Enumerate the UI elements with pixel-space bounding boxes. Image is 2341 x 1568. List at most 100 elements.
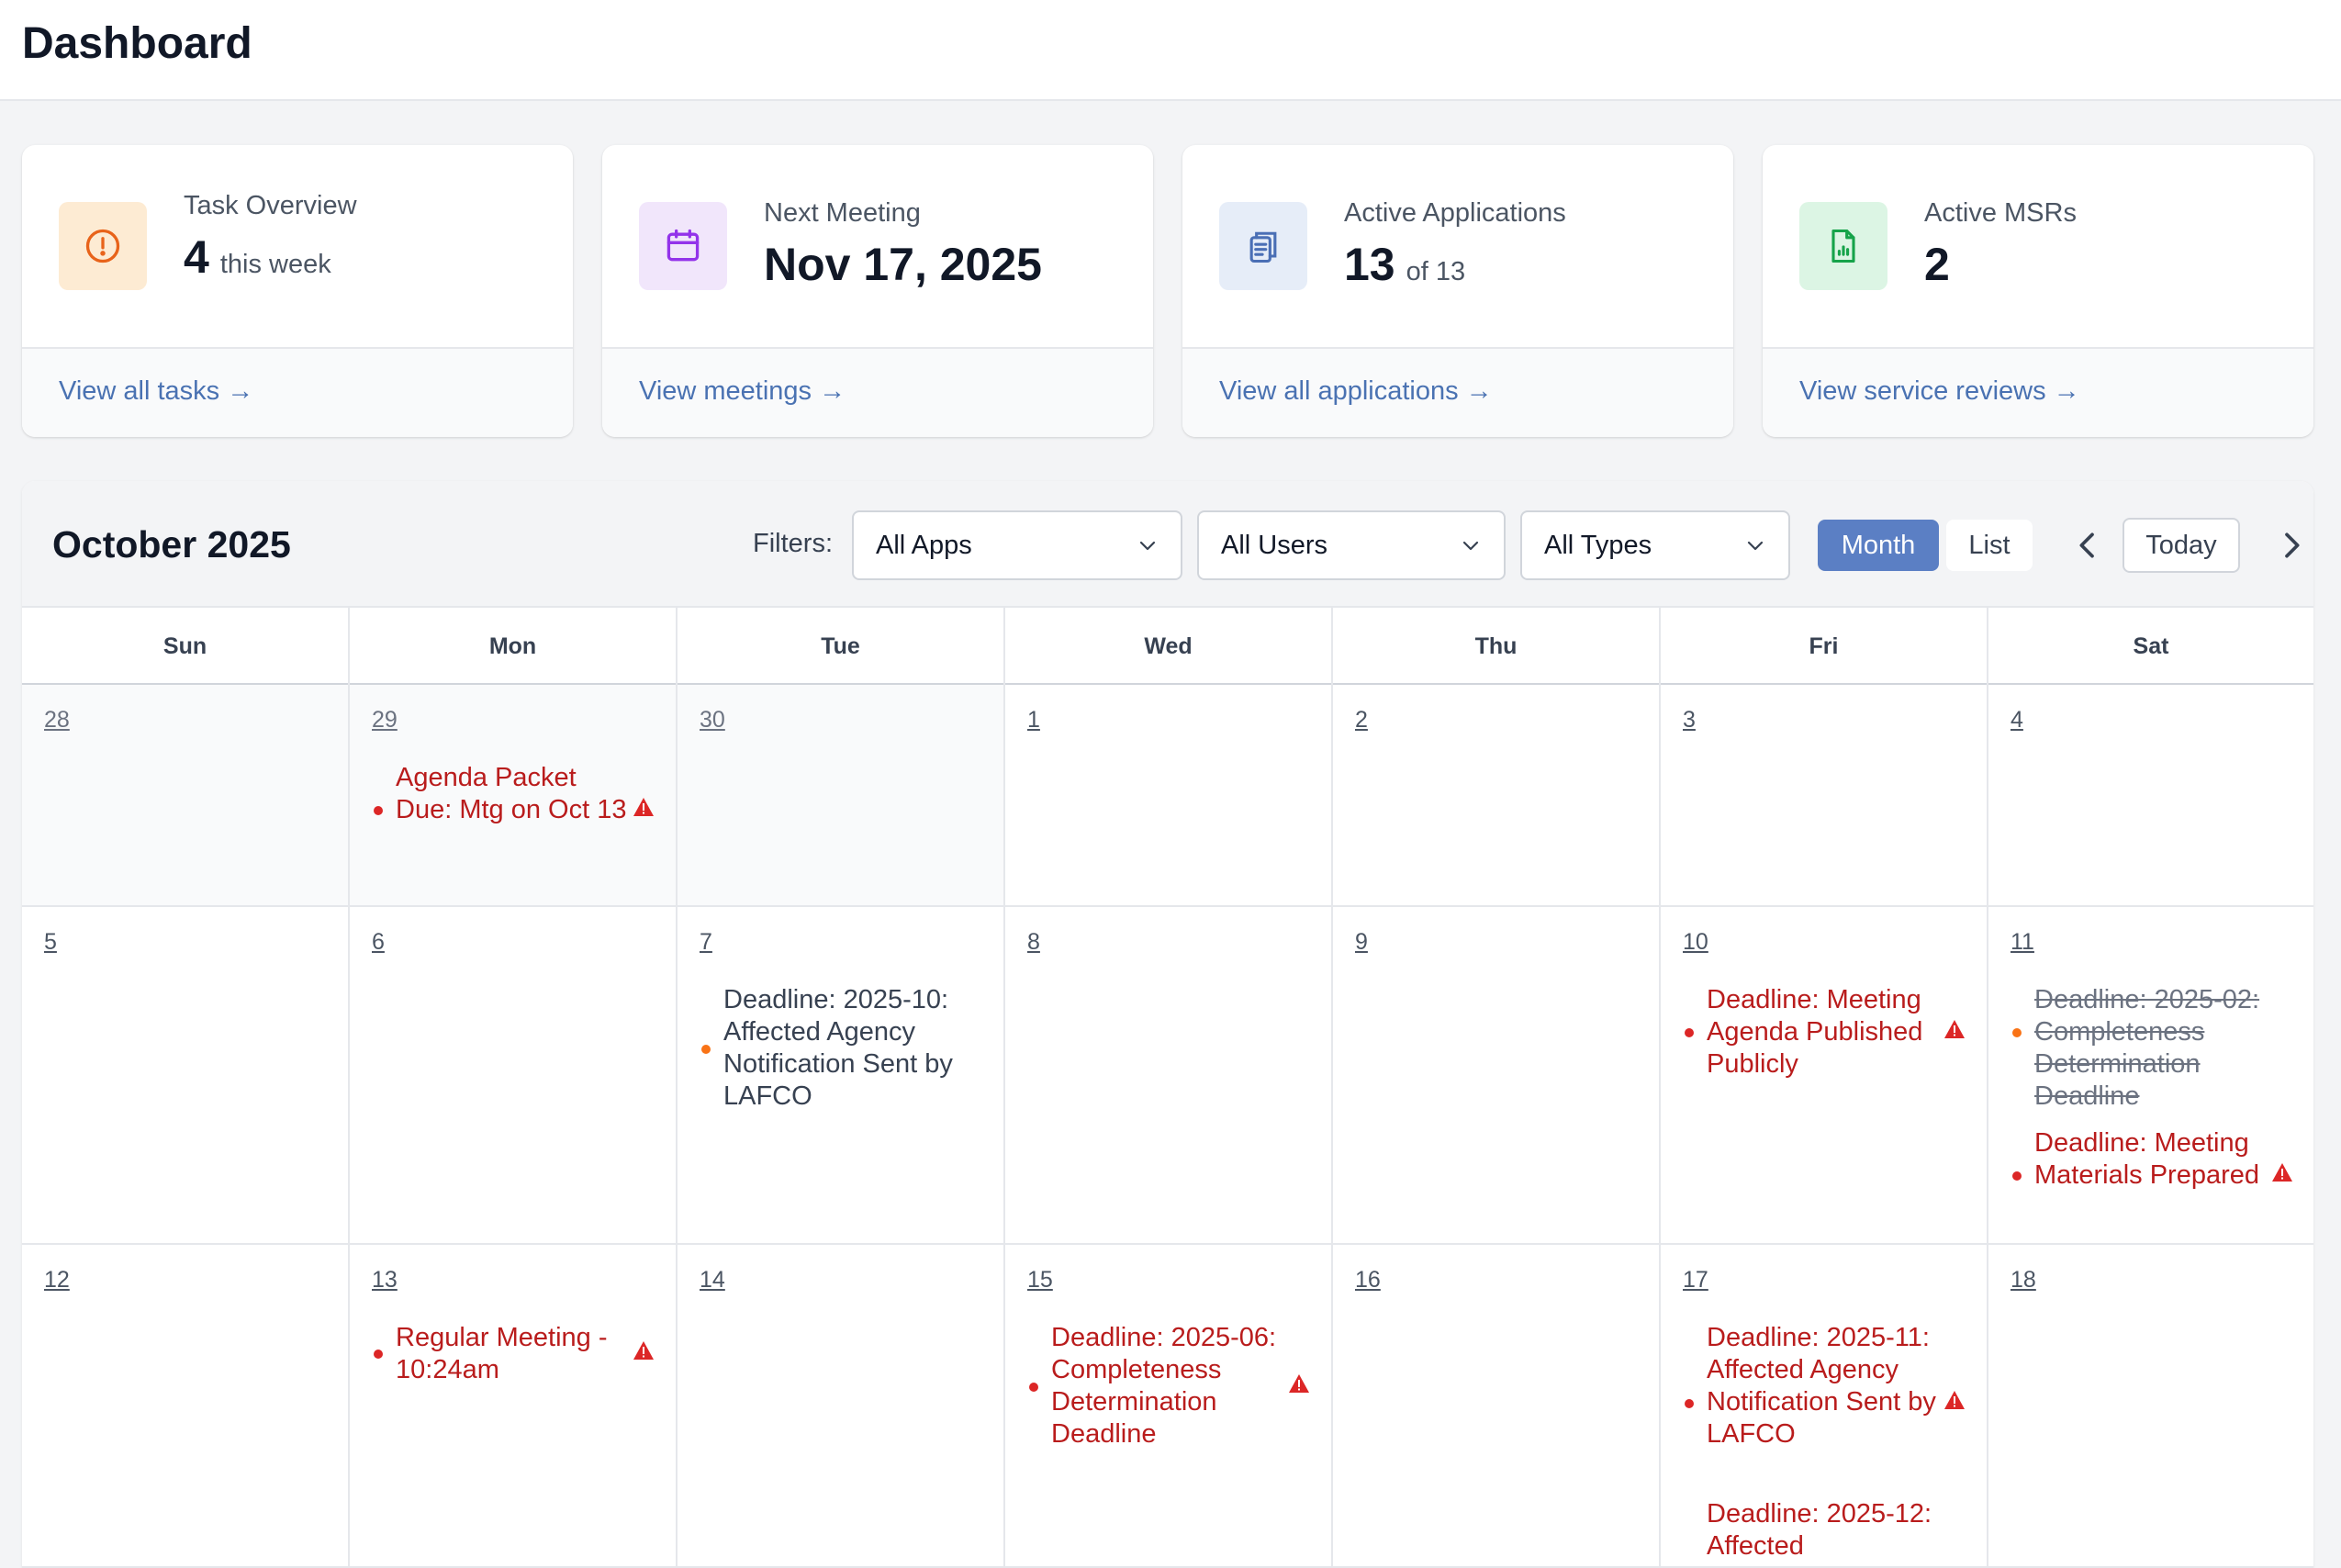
day-number[interactable]: 7 (700, 929, 712, 956)
day-number[interactable]: 8 (1027, 929, 1040, 956)
apps-filter-select[interactable]: All Apps (852, 510, 1182, 580)
event-dot (374, 806, 383, 815)
day-cell[interactable]: 1 (1005, 685, 1333, 907)
event-dot (2012, 1028, 2022, 1037)
day-number[interactable]: 10 (1683, 929, 1708, 956)
users-filter-value: All Users (1221, 531, 1328, 560)
day-cell[interactable]: 15 Deadline: 2025-06: Completeness Deter… (1005, 1245, 1333, 1568)
calendar-event[interactable]: Deadline: 2025-10: Affected Agency Notif… (701, 984, 977, 1113)
weekday-sun: Sun (22, 608, 350, 685)
card-value: Nov 17, 2025 (764, 239, 1042, 290)
day-number[interactable]: 11 (2011, 929, 2034, 956)
day-cell[interactable]: 14 (678, 1245, 1005, 1568)
day-number[interactable]: 1 (1027, 707, 1040, 734)
day-cell[interactable]: 3 (1661, 685, 1988, 907)
calendar-event[interactable]: Deadline: Meeting Agenda Published Publi… (1685, 984, 1965, 1081)
event-title: Agenda Packet Due: Mtg on Oct 13 (396, 763, 627, 824)
day-cell[interactable]: 16 (1333, 1245, 1661, 1568)
types-filter-select[interactable]: All Types (1520, 510, 1790, 580)
card-label: Task Overview (184, 191, 357, 220)
day-number[interactable]: 29 (372, 707, 398, 734)
day-cell[interactable]: 9 (1333, 907, 1661, 1245)
filters-label: Filters: (753, 529, 833, 558)
day-number[interactable]: 5 (44, 929, 57, 956)
chevron-down-icon (1139, 541, 1156, 551)
calendar-event-completed[interactable]: Deadline: 2025-02: Completeness Determin… (2012, 984, 2288, 1113)
weekday-fri: Fri (1661, 608, 1988, 685)
day-cell[interactable]: 5 (22, 907, 350, 1245)
day-cell[interactable]: 17 Deadline: 2025-11: Affected Agency No… (1661, 1245, 1988, 1568)
chevron-down-icon (1462, 541, 1479, 551)
today-button[interactable]: Today (2123, 518, 2240, 573)
day-cell[interactable]: 29 Agenda Packet Due: Mtg on Oct 13 (350, 685, 678, 907)
chevron-left-icon[interactable] (2069, 527, 2106, 564)
apps-filter-value: All Apps (876, 531, 972, 560)
day-number[interactable]: 9 (1355, 929, 1368, 956)
day-cell[interactable]: 18 (1988, 1245, 2313, 1568)
card-active-msrs: Active MSRs 2 View service reviews → (1763, 145, 2313, 437)
weekday-thu: Thu (1333, 608, 1661, 685)
weekday-header-row: Sun Mon Tue Wed Thu Fri Sat (22, 608, 2313, 685)
warning-icon (2272, 1163, 2292, 1182)
list-view-button[interactable]: List (1946, 520, 2033, 571)
calendar-event[interactable]: Agenda Packet Due: Mtg on Oct 13 (374, 762, 654, 826)
event-title: Deadline: 2025-10: Affected Agency Notif… (723, 985, 953, 1111)
warning-icon (1289, 1374, 1309, 1393)
warning-icon (1944, 1391, 1965, 1409)
day-number[interactable]: 14 (700, 1267, 725, 1294)
calendar-event[interactable]: Deadline: 2025-12: Affected (1685, 1498, 1960, 1562)
day-cell[interactable]: 2 (1333, 685, 1661, 907)
day-number[interactable]: 17 (1683, 1267, 1708, 1294)
calendar-event[interactable]: Deadline: 2025-11: Affected Agency Notif… (1685, 1322, 1965, 1450)
day-number[interactable]: 12 (44, 1267, 70, 1294)
warning-icon (633, 1341, 654, 1360)
day-cell[interactable]: 8 (1005, 907, 1333, 1245)
day-number[interactable]: 18 (2011, 1267, 2036, 1294)
calendar-event[interactable]: Deadline: 2025-06: Completeness Determin… (1029, 1322, 1309, 1450)
card-value: 4 this week (184, 231, 331, 283)
day-number[interactable]: 30 (700, 707, 725, 734)
event-dot (701, 1045, 711, 1054)
calendar-event[interactable]: Deadline: Meeting Materials Prepared (2012, 1127, 2292, 1192)
day-cell[interactable]: 10 Deadline: Meeting Agenda Published Pu… (1661, 907, 1988, 1245)
card-task-overview: Task Overview 4 this week View all tasks … (22, 145, 573, 437)
day-cell[interactable]: 7 Deadline: 2025-10: Affected Agency Not… (678, 907, 1005, 1245)
day-number[interactable]: 28 (44, 707, 70, 734)
chevron-down-icon (1747, 541, 1764, 551)
day-number[interactable]: 15 (1027, 1267, 1053, 1294)
weekday-wed: Wed (1005, 608, 1333, 685)
card-subvalue: this week (219, 250, 331, 279)
users-filter-select[interactable]: All Users (1197, 510, 1506, 580)
calendar-panel: October 2025 Filters: All Apps All Users… (22, 481, 2313, 1568)
event-title: Deadline: Meeting Materials Prepared (2034, 1128, 2259, 1190)
month-view-button[interactable]: Month (1818, 520, 1939, 571)
day-number[interactable]: 4 (2011, 707, 2023, 734)
day-number[interactable]: 6 (372, 929, 385, 956)
event-title: Deadline: 2025-06: Completeness Determin… (1051, 1323, 1277, 1449)
day-cell[interactable]: 30 (678, 685, 1005, 907)
day-cell[interactable]: 12 (22, 1245, 350, 1568)
day-number[interactable]: 3 (1683, 707, 1696, 734)
day-number[interactable]: 13 (372, 1267, 398, 1294)
chevron-right-icon[interactable] (2273, 527, 2310, 564)
view-service-reviews-link[interactable]: View service reviews → (1799, 376, 2080, 407)
day-cell[interactable]: 6 (350, 907, 678, 1245)
calendar-event[interactable]: Regular Meeting - 10:24am (374, 1322, 654, 1386)
view-all-tasks-link[interactable]: View all tasks → (59, 376, 253, 407)
warning-icon (1944, 1020, 1965, 1038)
day-number[interactable]: 2 (1355, 707, 1368, 734)
day-cell[interactable]: 28 (22, 685, 350, 907)
day-cell[interactable]: 13 Regular Meeting - 10:24am (350, 1245, 678, 1568)
card-active-applications: Active Applications 13 of 13 View all app… (1182, 145, 1733, 437)
day-cell[interactable]: 4 (1988, 685, 2313, 907)
day-cell[interactable]: 11 Deadline: 2025-02: Completeness Deter… (1988, 907, 2313, 1245)
card-value: 13 of 13 (1344, 239, 1466, 290)
view-meetings-link[interactable]: View meetings → (639, 376, 846, 407)
card-subvalue: of 13 (1406, 257, 1466, 286)
day-number[interactable]: 16 (1355, 1267, 1381, 1294)
view-all-applications-link[interactable]: View all applications → (1219, 376, 1493, 407)
card-label: Next Meeting (764, 198, 921, 228)
page-title: Dashboard (22, 19, 252, 68)
event-dot (1685, 1028, 1694, 1037)
event-dot (1029, 1383, 1038, 1392)
